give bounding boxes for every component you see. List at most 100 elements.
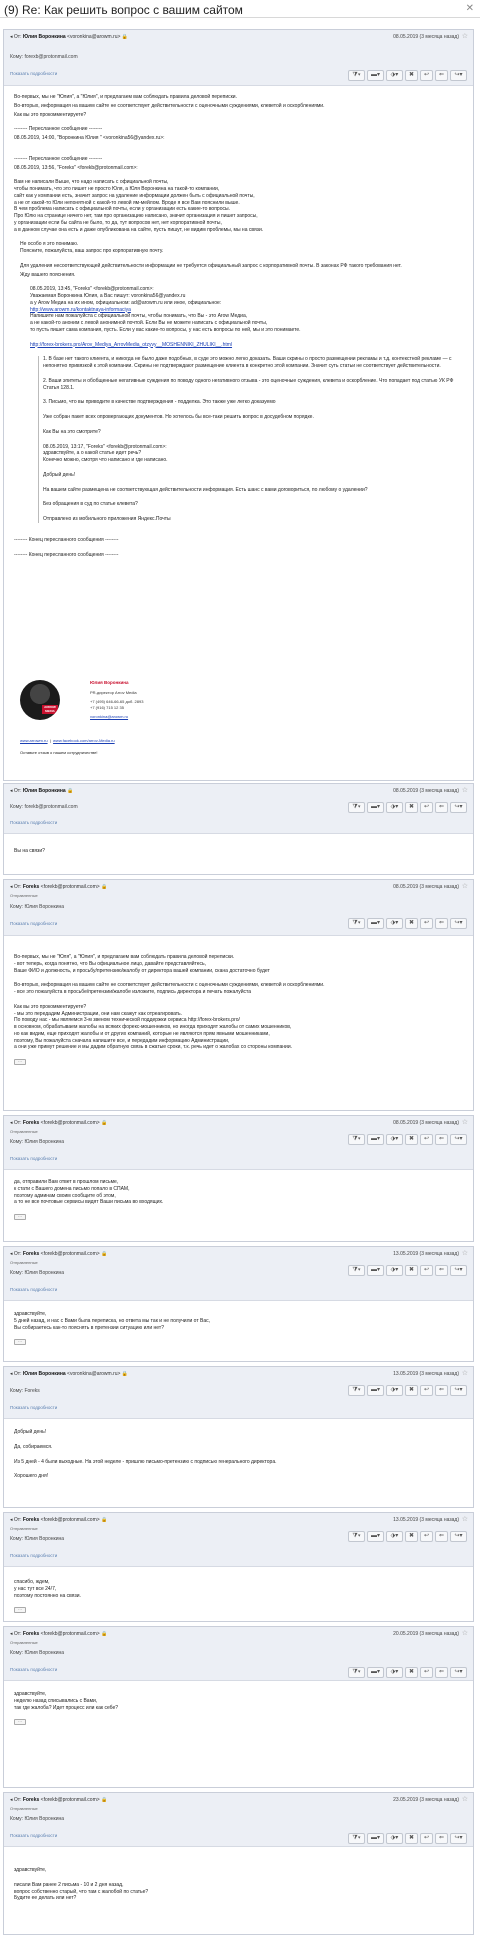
recipient[interactable]: Юлия Воронкина: [24, 1650, 64, 1656]
show-quoted-button[interactable]: ···: [14, 1059, 26, 1065]
message-header[interactable]: ◂ От: Юлия Воронкина <voronkina@arowm.ru…: [4, 1367, 473, 1419]
reply-icon[interactable]: ↩: [420, 1265, 433, 1276]
sender-name[interactable]: Foreks: [23, 884, 39, 890]
sender-name[interactable]: Foreks: [23, 1517, 39, 1523]
tag-icon[interactable]: ⬗▾: [386, 918, 403, 929]
delete-icon[interactable]: ✖: [405, 1531, 418, 1542]
filter-icon[interactable]: ⧩▾: [348, 918, 365, 929]
show-quoted-button[interactable]: ···: [14, 1339, 26, 1346]
star-icon[interactable]: ☆: [462, 1369, 468, 1378]
collapse-arrow-icon[interactable]: ◂: [10, 1251, 13, 1257]
forward-icon[interactable]: ↪▾: [450, 70, 467, 81]
forward-icon[interactable]: ↪▾: [450, 1667, 467, 1678]
reply-all-icon[interactable]: ⇐: [435, 918, 448, 929]
tag-icon[interactable]: ⬗▾: [386, 70, 403, 81]
tag-icon[interactable]: ⬗▾: [386, 1385, 403, 1396]
show-details-link[interactable]: Показать подробности: [10, 1405, 57, 1411]
filter-icon[interactable]: ⧩▾: [348, 1667, 365, 1678]
filter-icon[interactable]: ⧩▾: [348, 1833, 365, 1844]
sender-name[interactable]: Foreks: [23, 1631, 39, 1637]
tag-icon[interactable]: ⬗▾: [386, 1134, 403, 1145]
reply-icon[interactable]: ↩: [420, 1667, 433, 1678]
delete-icon[interactable]: ✖: [405, 70, 418, 81]
reply-all-icon[interactable]: ⇐: [435, 1531, 448, 1542]
folder-icon[interactable]: ▬▾: [367, 1265, 384, 1276]
show-quoted-button[interactable]: ···: [14, 1214, 26, 1220]
folder-icon[interactable]: ▬▾: [367, 1134, 384, 1145]
message-header[interactable]: ◂ От: Foreks <forekb@protonmail.com> 🔒 О…: [4, 1793, 473, 1847]
show-details-link[interactable]: Показать подробности: [10, 71, 57, 77]
filter-icon[interactable]: ⧩▾: [348, 1385, 365, 1396]
delete-icon[interactable]: ✖: [405, 918, 418, 929]
recipient[interactable]: Юлия Воронкина: [24, 1139, 64, 1145]
star-icon[interactable]: ☆: [462, 786, 468, 795]
recipient[interactable]: forekb@protonmail.com: [24, 804, 77, 810]
reply-all-icon[interactable]: ⇐: [435, 1265, 448, 1276]
message-header[interactable]: ◂ От: Foreks <forekb@protonmail.com> 🔒 О…: [4, 880, 473, 936]
delete-icon[interactable]: ✖: [405, 1667, 418, 1678]
show-details-link[interactable]: Показать подробности: [10, 1553, 57, 1559]
forward-icon[interactable]: ↪▾: [450, 1531, 467, 1542]
delete-icon[interactable]: ✖: [405, 802, 418, 813]
reply-icon[interactable]: ↩: [420, 1385, 433, 1396]
signature-site-link[interactable]: www.arrowm.ru: [20, 738, 48, 743]
reply-icon[interactable]: ↩: [420, 1531, 433, 1542]
reply-icon[interactable]: ↩: [420, 1134, 433, 1145]
collapse-arrow-icon[interactable]: ◂: [10, 1631, 13, 1637]
filter-icon[interactable]: ⧩▾: [348, 1531, 365, 1542]
folder-icon[interactable]: ▬▾: [367, 1385, 384, 1396]
show-details-link[interactable]: Показать подробности: [10, 1287, 57, 1293]
show-details-link[interactable]: Показать подробности: [10, 820, 57, 826]
filter-icon[interactable]: ⧩▾: [348, 1134, 365, 1145]
folder-icon[interactable]: ▬▾: [367, 1833, 384, 1844]
star-icon[interactable]: ☆: [462, 1515, 468, 1524]
recipient[interactable]: Юлия Воронкина: [24, 1536, 64, 1542]
collapse-arrow-icon[interactable]: ◂: [10, 34, 13, 40]
collapse-arrow-icon[interactable]: ◂: [10, 1797, 13, 1803]
forward-icon[interactable]: ↪▾: [450, 1265, 467, 1276]
star-icon[interactable]: ☆: [462, 1795, 468, 1804]
delete-icon[interactable]: ✖: [405, 1385, 418, 1396]
reply-icon[interactable]: ↩: [420, 918, 433, 929]
message-header[interactable]: ◂ От: Foreks <forekb@protonmail.com> 🔒 О…: [4, 1116, 473, 1170]
show-details-link[interactable]: Показать подробности: [10, 1667, 57, 1673]
message-header[interactable]: ◂ От: Юлия Воронкина <voronkina@arowm.ru…: [4, 30, 473, 86]
forward-icon[interactable]: ↪▾: [450, 1385, 467, 1396]
folder-icon[interactable]: ▬▾: [367, 918, 384, 929]
folder-icon[interactable]: ▬▾: [367, 70, 384, 81]
reply-icon[interactable]: ↩: [420, 802, 433, 813]
reply-all-icon[interactable]: ⇐: [435, 802, 448, 813]
folder-icon[interactable]: ▬▾: [367, 1531, 384, 1542]
tag-icon[interactable]: ⬗▾: [386, 1265, 403, 1276]
tag-icon[interactable]: ⬗▾: [386, 1833, 403, 1844]
collapse-arrow-icon[interactable]: ◂: [10, 1120, 13, 1126]
filter-icon[interactable]: ⧩▾: [348, 802, 365, 813]
message-header[interactable]: ◂ От: Юлия Воронкина 🔒 08.05.2019 (3 мес…: [4, 784, 473, 834]
forward-icon[interactable]: ↪▾: [450, 802, 467, 813]
show-details-link[interactable]: Показать подробности: [10, 921, 57, 927]
reply-all-icon[interactable]: ⇐: [435, 1134, 448, 1145]
reply-all-icon[interactable]: ⇐: [435, 1667, 448, 1678]
show-quoted-button[interactable]: ···: [14, 1607, 26, 1614]
folder-icon[interactable]: ▬▾: [367, 1667, 384, 1678]
star-icon[interactable]: ☆: [462, 1118, 468, 1127]
reply-icon[interactable]: ↩: [420, 1833, 433, 1844]
message-header[interactable]: ◂ От: Foreks <forekb@protonmail.com> 🔒 О…: [4, 1513, 473, 1567]
tag-icon[interactable]: ⬗▾: [386, 802, 403, 813]
collapse-arrow-icon[interactable]: ◂: [10, 1517, 13, 1523]
sender-name[interactable]: Foreks: [23, 1120, 39, 1126]
star-icon[interactable]: ☆: [462, 1629, 468, 1638]
sender-name[interactable]: Foreks: [23, 1251, 39, 1257]
close-icon[interactable]: ✕: [466, 2, 474, 16]
tag-icon[interactable]: ⬗▾: [386, 1667, 403, 1678]
signature-email[interactable]: voronkina@arowm.ru: [90, 714, 250, 719]
forward-icon[interactable]: ↪▾: [450, 918, 467, 929]
forward-icon[interactable]: ↪▾: [450, 1833, 467, 1844]
star-icon[interactable]: ☆: [462, 882, 468, 891]
sender-name[interactable]: Юлия Воронкина: [23, 34, 66, 40]
recipient[interactable]: Юлия Воронкина: [24, 1816, 64, 1822]
forward-icon[interactable]: ↪▾: [450, 1134, 467, 1145]
show-details-link[interactable]: Показать подробности: [10, 1156, 57, 1162]
recipient[interactable]: Юлия Воронкина: [24, 1270, 64, 1276]
collapse-arrow-icon[interactable]: ◂: [10, 884, 13, 890]
